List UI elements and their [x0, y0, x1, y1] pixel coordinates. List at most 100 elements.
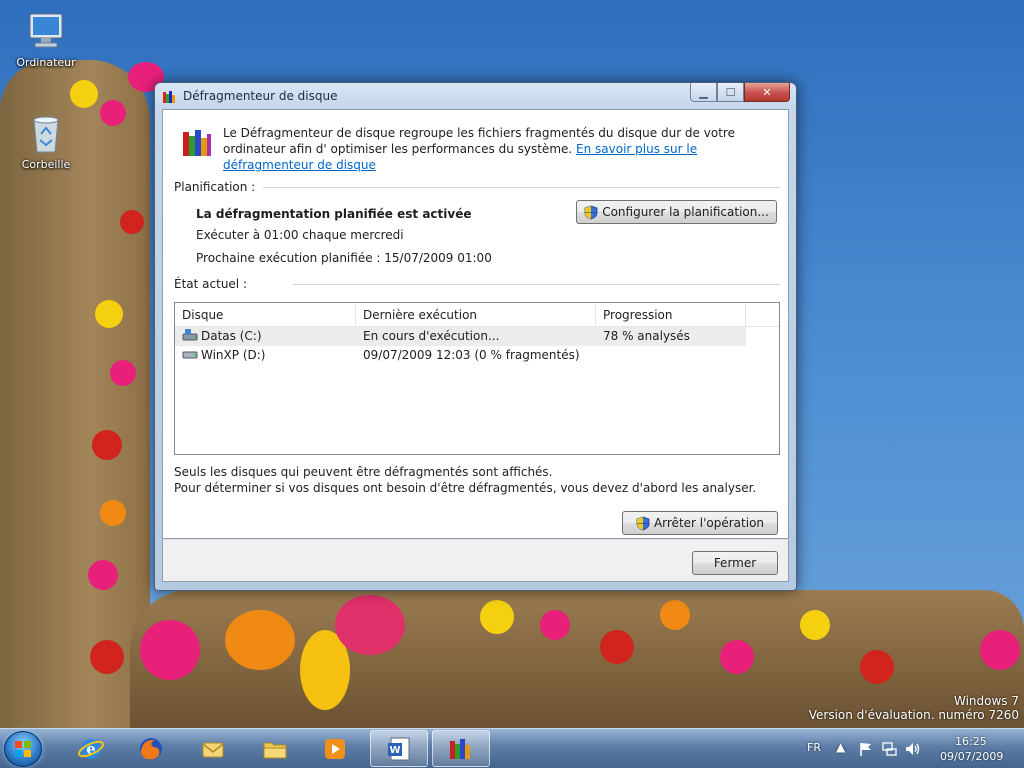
wallpaper-pompom: [980, 630, 1020, 670]
word-icon: W: [388, 737, 410, 760]
etat-actuel-divider: [293, 284, 780, 285]
defrag-icon: [450, 738, 470, 759]
taskbar-explorer[interactable]: [246, 730, 304, 767]
wallpaper-pompom: [110, 360, 136, 386]
defrag-large-icon: [181, 126, 213, 158]
recycle-bin-icon: [24, 112, 68, 156]
etat-actuel-label: État actuel :: [174, 277, 247, 291]
minimize-icon: ▁: [699, 85, 708, 99]
disk-list-header: Disque Dernière exécution Progression: [175, 303, 779, 327]
column-header-progression[interactable]: Progression: [596, 303, 746, 327]
schedule-status: La défragmentation planifiée est activée: [196, 207, 472, 221]
schedule-run: Exécuter à 01:00 chaque mercredi: [196, 228, 404, 242]
close-window-button[interactable]: ✕: [744, 83, 790, 102]
watermark-line1: Windows 7: [953, 694, 1019, 708]
maximize-icon: ☐: [725, 85, 736, 99]
system-drive-icon: [182, 328, 198, 341]
disk-row-c[interactable]: Datas (C:) En cours d'exécution... 78 % …: [175, 327, 746, 346]
note-line1: Seuls les disques qui peuvent être défra…: [174, 465, 553, 479]
minimize-button[interactable]: ▁: [690, 83, 717, 102]
taskbar: e W FR ▲ 16:25 09/07/2009: [0, 728, 1024, 768]
wallpaper-pompom: [92, 430, 122, 460]
taskbar-internet-explorer[interactable]: e: [62, 730, 120, 767]
disk-last-run: En cours d'exécution...: [363, 329, 500, 343]
desktop-icon-label: Ordinateur: [16, 56, 76, 69]
wallpaper-pompom: [100, 100, 126, 126]
column-header-disque[interactable]: Disque: [175, 303, 356, 327]
wallpaper-pompom: [140, 620, 200, 680]
disk-row-d[interactable]: WinXP (D:) 09/07/2009 12:03 (0 % fragmen…: [175, 346, 779, 365]
taskbar-defrag[interactable]: [432, 730, 490, 767]
media-player-icon: [325, 738, 345, 759]
windows-watermark: Windows 7 Version d'évaluation. numéro 7…: [800, 694, 1019, 722]
clock-date[interactable]: 09/07/2009: [940, 750, 1003, 763]
disk-last-run: 09/07/2009 12:03 (0 % fragmentés): [363, 348, 580, 362]
desktop-icon-label: Corbeille: [21, 158, 71, 171]
defrag-window: Défragmenteur de disque ▁ ☐ ✕ Le Défragm…: [154, 82, 797, 591]
window-titlebar[interactable]: Défragmenteur de disque ▁ ☐ ✕: [155, 83, 796, 109]
desktop-icon-recycle-bin[interactable]: Corbeille: [8, 112, 84, 171]
show-hidden-icons-button[interactable]: ▲: [836, 740, 845, 754]
uac-shield-icon: [636, 516, 650, 531]
wallpaper-pompom: [480, 600, 514, 634]
wallpaper-pompom: [70, 80, 98, 108]
disk-progress: 78 % analysés: [603, 329, 690, 343]
wallpaper-pompom: [720, 640, 754, 674]
wallpaper-pompom: [90, 640, 124, 674]
configure-schedule-button[interactable]: Configurer la planification...: [576, 200, 777, 224]
outlook-icon: [202, 742, 224, 757]
wallpaper-pompom: [660, 600, 690, 630]
disk-name: Datas (C:): [201, 329, 262, 343]
taskbar-firefox[interactable]: [122, 730, 180, 767]
disk-name-cell: WinXP (D:): [175, 346, 356, 365]
taskbar-media-player[interactable]: [306, 730, 364, 767]
stop-operation-label: Arrêter l'opération: [653, 516, 765, 530]
disk-name-cell: Datas (C:): [175, 327, 356, 346]
configure-schedule-label: Configurer la planification...: [602, 205, 769, 219]
wallpaper-pompom: [225, 610, 295, 670]
window-title: Défragmenteur de disque: [183, 89, 338, 103]
window-content: Le Défragmenteur de disque regroupe les …: [162, 109, 789, 539]
desktop-icon-computer[interactable]: Ordinateur: [8, 10, 84, 69]
disk-list[interactable]: Disque Dernière exécution Progression Da…: [174, 302, 780, 455]
svg-text:W: W: [389, 745, 400, 756]
wallpaper-pompom: [335, 595, 405, 655]
uac-shield-icon: [584, 205, 598, 220]
wallpaper-pompom: [88, 560, 118, 590]
planification-label: Planification :: [174, 180, 256, 194]
wallpaper-pompom: [95, 300, 123, 328]
internet-explorer-icon: e: [78, 738, 104, 759]
firefox-icon: [140, 737, 162, 760]
wallpaper-pompom: [540, 610, 570, 640]
computer-icon: [24, 10, 68, 54]
maximize-button[interactable]: ☐: [717, 83, 744, 102]
wallpaper-pompom: [600, 630, 634, 664]
taskbar-word[interactable]: W: [370, 730, 428, 767]
wallpaper-pompom: [120, 210, 144, 234]
network-icon[interactable]: [881, 741, 897, 757]
start-button[interactable]: [4, 731, 42, 767]
note-line2: Pour déterminer si vos disques ont besoi…: [174, 481, 757, 495]
wallpaper-pompom: [860, 650, 894, 684]
stop-operation-button[interactable]: Arrêter l'opération: [622, 511, 778, 535]
watermark-line2: Version d'évaluation. numéro 7260: [808, 708, 1019, 722]
language-indicator[interactable]: FR: [807, 741, 821, 754]
action-center-flag-icon[interactable]: [858, 741, 874, 757]
disk-progress: [596, 346, 746, 365]
taskbar-outlook[interactable]: [184, 730, 242, 767]
schedule-next: Prochaine exécution planifiée : 15/07/20…: [196, 251, 492, 265]
column-header-derniere-execution[interactable]: Dernière exécution: [356, 303, 596, 327]
defrag-app-icon: [162, 89, 177, 104]
disk-name: WinXP (D:): [201, 348, 266, 362]
clock-time[interactable]: 16:25: [955, 735, 987, 748]
planification-divider: [263, 187, 780, 188]
window-controls: ▁ ☐ ✕: [690, 83, 790, 102]
windows-logo-icon: [15, 741, 31, 757]
close-button[interactable]: Fermer: [692, 551, 778, 575]
wallpaper-pompom: [100, 500, 126, 526]
hard-drive-icon: [182, 347, 198, 359]
explorer-icon: [263, 742, 287, 758]
intro-description: Le Défragmenteur de disque regroupe les …: [223, 125, 773, 173]
volume-icon[interactable]: [904, 741, 922, 757]
window-footer: Fermer: [162, 539, 789, 582]
